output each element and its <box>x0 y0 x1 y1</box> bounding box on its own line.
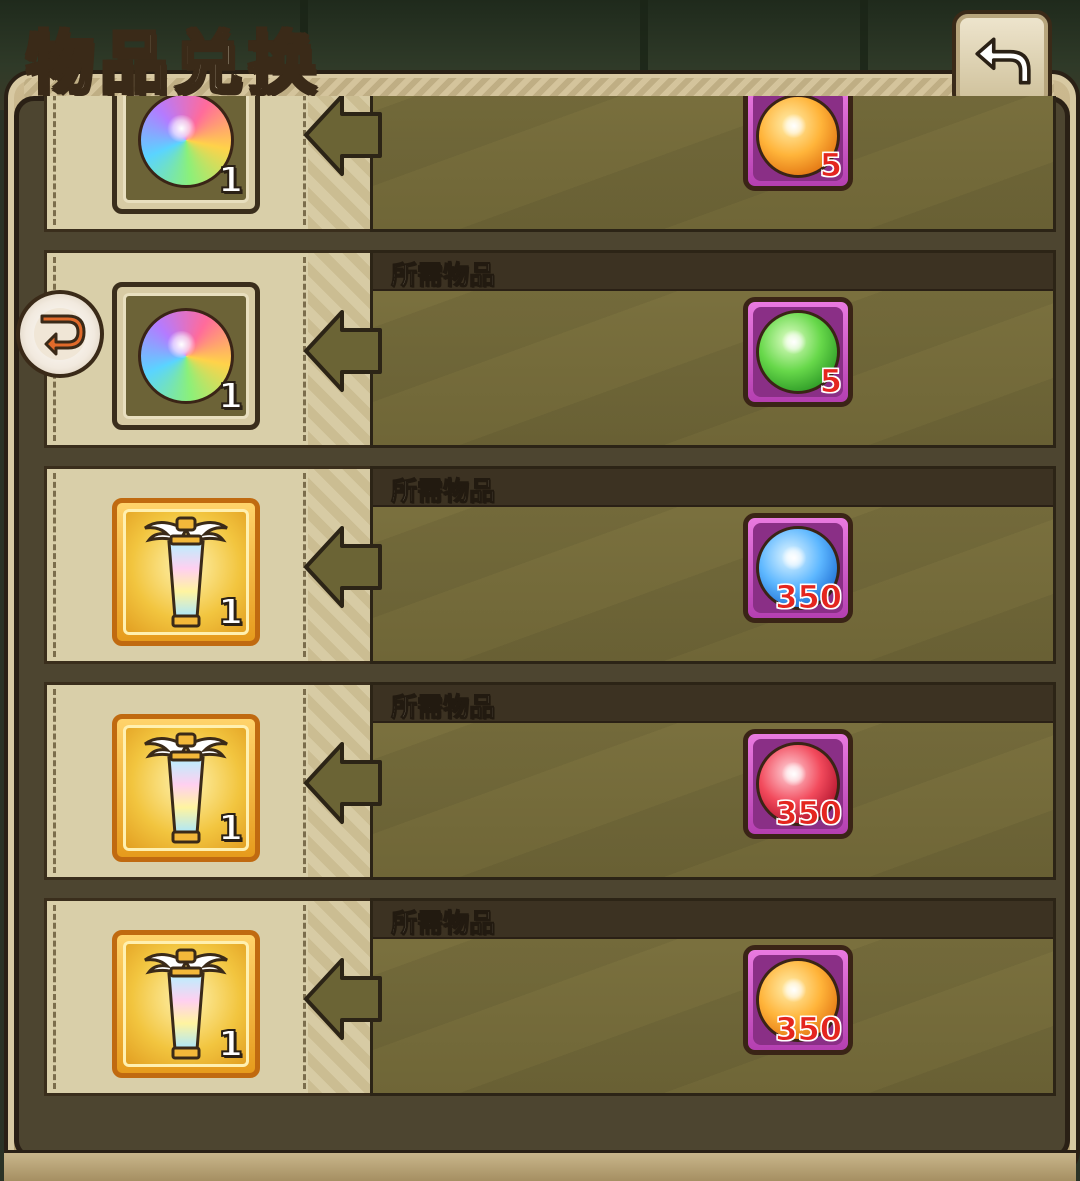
requirement-panel: 5兑换 <box>370 96 1056 232</box>
exchange-row: 所需物品350兑换1 <box>40 466 1058 664</box>
exchange-row: 所需物品350兑换1 <box>40 682 1058 880</box>
required-items-label: 所需物品 <box>390 909 496 940</box>
exchange-row: 所需物品5兑换1 <box>40 250 1058 448</box>
requirement-panel: 所需物品350兑换 <box>370 682 1056 880</box>
required-items-label: 所需物品 <box>390 261 496 292</box>
arrow-left-icon <box>304 526 382 608</box>
panel-texture <box>373 96 1053 229</box>
exchange-rows[interactable]: 5兑换1所需物品5兑换1所需物品350兑换1所需物品350兑换1所需物品350兑… <box>14 96 1060 1150</box>
required-item-slot[interactable]: 5 <box>743 96 853 191</box>
exchange-row: 所需物品350兑换1 <box>40 898 1058 1096</box>
required-item-qty: 5 <box>819 362 842 401</box>
arrow-left-icon <box>304 96 382 176</box>
turn-arrow-icon <box>34 308 86 360</box>
required-items-label: 所需物品 <box>390 477 496 508</box>
reward-item-qty: 1 <box>217 807 244 850</box>
exchange-row: 5兑换 1 <box>40 96 1058 232</box>
required-item-slot[interactable]: 350 <box>743 729 853 839</box>
requirement-panel: 所需物品5兑换 <box>370 250 1056 448</box>
required-items-header: 所需物品 <box>373 253 1053 292</box>
reward-item-slot[interactable]: 1 <box>112 498 260 646</box>
panel-bottom-edge <box>4 1150 1076 1181</box>
page-title: 物品兑换 <box>24 23 323 106</box>
arrow-left-icon <box>304 958 382 1040</box>
reward-item-qty: 1 <box>217 159 244 202</box>
required-items-header: 所需物品 <box>373 469 1053 508</box>
arrow-left-icon <box>304 310 382 392</box>
back-arrow-icon <box>975 37 1031 85</box>
required-item-slot[interactable]: 5 <box>743 297 853 407</box>
required-item-qty: 350 <box>775 1010 843 1049</box>
reward-item-qty: 1 <box>217 1023 244 1066</box>
reward-item-slot[interactable]: 1 <box>112 930 260 1078</box>
reward-item-qty: 1 <box>217 375 244 418</box>
required-item-qty: 350 <box>775 578 843 617</box>
reward-item-slot[interactable]: 1 <box>112 714 260 862</box>
required-item-qty: 350 <box>775 794 843 833</box>
required-items-header: 所需物品 <box>373 685 1053 724</box>
collapse-toggle-button[interactable] <box>16 290 104 378</box>
requirement-panel: 所需物品350兑换 <box>370 898 1056 1096</box>
reward-item-slot[interactable]: 1 <box>112 96 260 214</box>
requirement-panel: 所需物品350兑换 <box>370 466 1056 664</box>
required-items-label: 所需物品 <box>390 693 496 724</box>
required-item-slot[interactable]: 350 <box>743 513 853 623</box>
required-item-slot[interactable]: 350 <box>743 945 853 1055</box>
reward-item-slot[interactable]: 1 <box>112 282 260 430</box>
back-button[interactable] <box>952 10 1052 110</box>
required-item-qty: 5 <box>819 146 842 185</box>
arrow-left-icon <box>304 742 382 824</box>
reward-item-qty: 1 <box>217 591 244 634</box>
required-items-header: 所需物品 <box>373 901 1053 940</box>
